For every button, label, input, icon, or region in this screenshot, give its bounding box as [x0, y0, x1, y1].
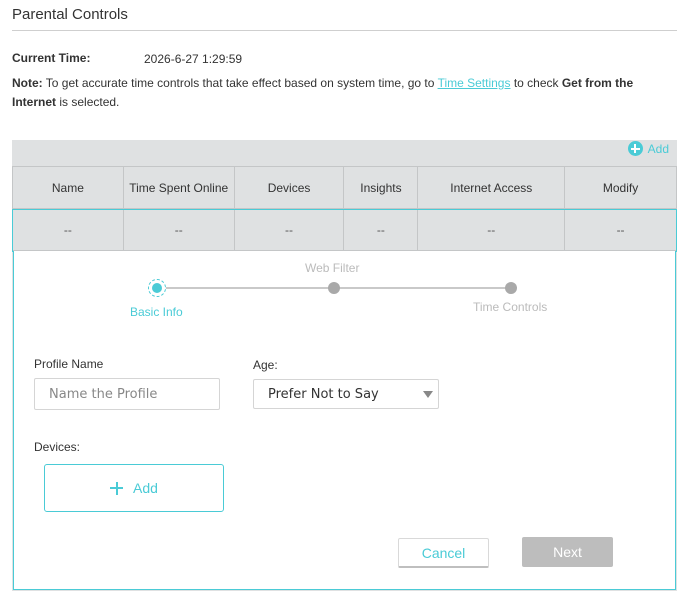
cancel-button[interactable]: Cancel	[398, 538, 489, 568]
column-header-name: Name	[12, 166, 124, 209]
profile-form-card: Basic Info Web Filter Time Controls Prof…	[13, 251, 676, 590]
caret-down-icon	[423, 391, 433, 398]
add-profile-button[interactable]: Add	[627, 141, 669, 156]
note-text-before: To get accurate time controls that take …	[42, 76, 438, 90]
table-cell: --	[233, 208, 345, 251]
column-header-insights: Insights	[343, 166, 419, 209]
title-divider	[12, 30, 677, 31]
profiles-panel: Add Name Time Spent Online Devices Insig…	[12, 140, 677, 591]
table-cell: --	[564, 208, 677, 251]
note-text-middle: to check	[510, 76, 562, 90]
note-text-after: is selected.	[56, 95, 120, 109]
profile-name-label: Profile Name	[34, 357, 104, 371]
wizard-step-dot-basic-info	[148, 279, 166, 297]
add-device-label: Add	[133, 480, 158, 496]
devices-label: Devices:	[34, 440, 81, 454]
add-device-button[interactable]: Add	[44, 464, 224, 512]
wizard-step-label-web-filter: Web Filter	[305, 261, 360, 275]
next-button[interactable]: Next	[522, 537, 613, 567]
table-cell: --	[417, 208, 566, 251]
column-header-devices: Devices	[233, 166, 345, 209]
current-time-label: Current Time:	[12, 51, 91, 65]
wizard-step-dot-time-controls	[505, 282, 517, 294]
table-header-row: Name Time Spent Online Devices Insights …	[12, 166, 677, 209]
plus-icon	[110, 481, 124, 495]
table-row: -- -- -- -- -- --	[12, 208, 677, 251]
profiles-table: Name Time Spent Online Devices Insights …	[12, 166, 677, 251]
table-cell: --	[12, 208, 124, 251]
table-cell: --	[343, 208, 419, 251]
time-settings-link[interactable]: Time Settings	[438, 76, 511, 90]
column-header-time-spent-online: Time Spent Online	[122, 166, 235, 209]
column-header-internet-access: Internet Access	[417, 166, 566, 209]
wizard-step-label-time-controls: Time Controls	[473, 300, 548, 314]
current-time-value: 2026-6-27 1:29:59	[144, 52, 243, 66]
column-header-modify: Modify	[564, 166, 677, 209]
note: Note: To get accurate time controls that…	[12, 74, 662, 112]
plus-circle-icon	[627, 141, 643, 156]
age-select[interactable]: Prefer Not to Say	[253, 379, 439, 409]
note-label: Note:	[12, 76, 43, 90]
profile-name-input[interactable]	[34, 378, 220, 410]
wizard-step-dot-web-filter	[328, 282, 340, 294]
table-cell: --	[122, 208, 235, 251]
age-label: Age:	[253, 358, 278, 372]
wizard-step-label-basic-info: Basic Info	[130, 305, 183, 319]
age-select-value: Prefer Not to Say	[268, 386, 379, 402]
page-title: Parental Controls	[12, 6, 128, 23]
add-profile-label: Add	[647, 141, 669, 156]
